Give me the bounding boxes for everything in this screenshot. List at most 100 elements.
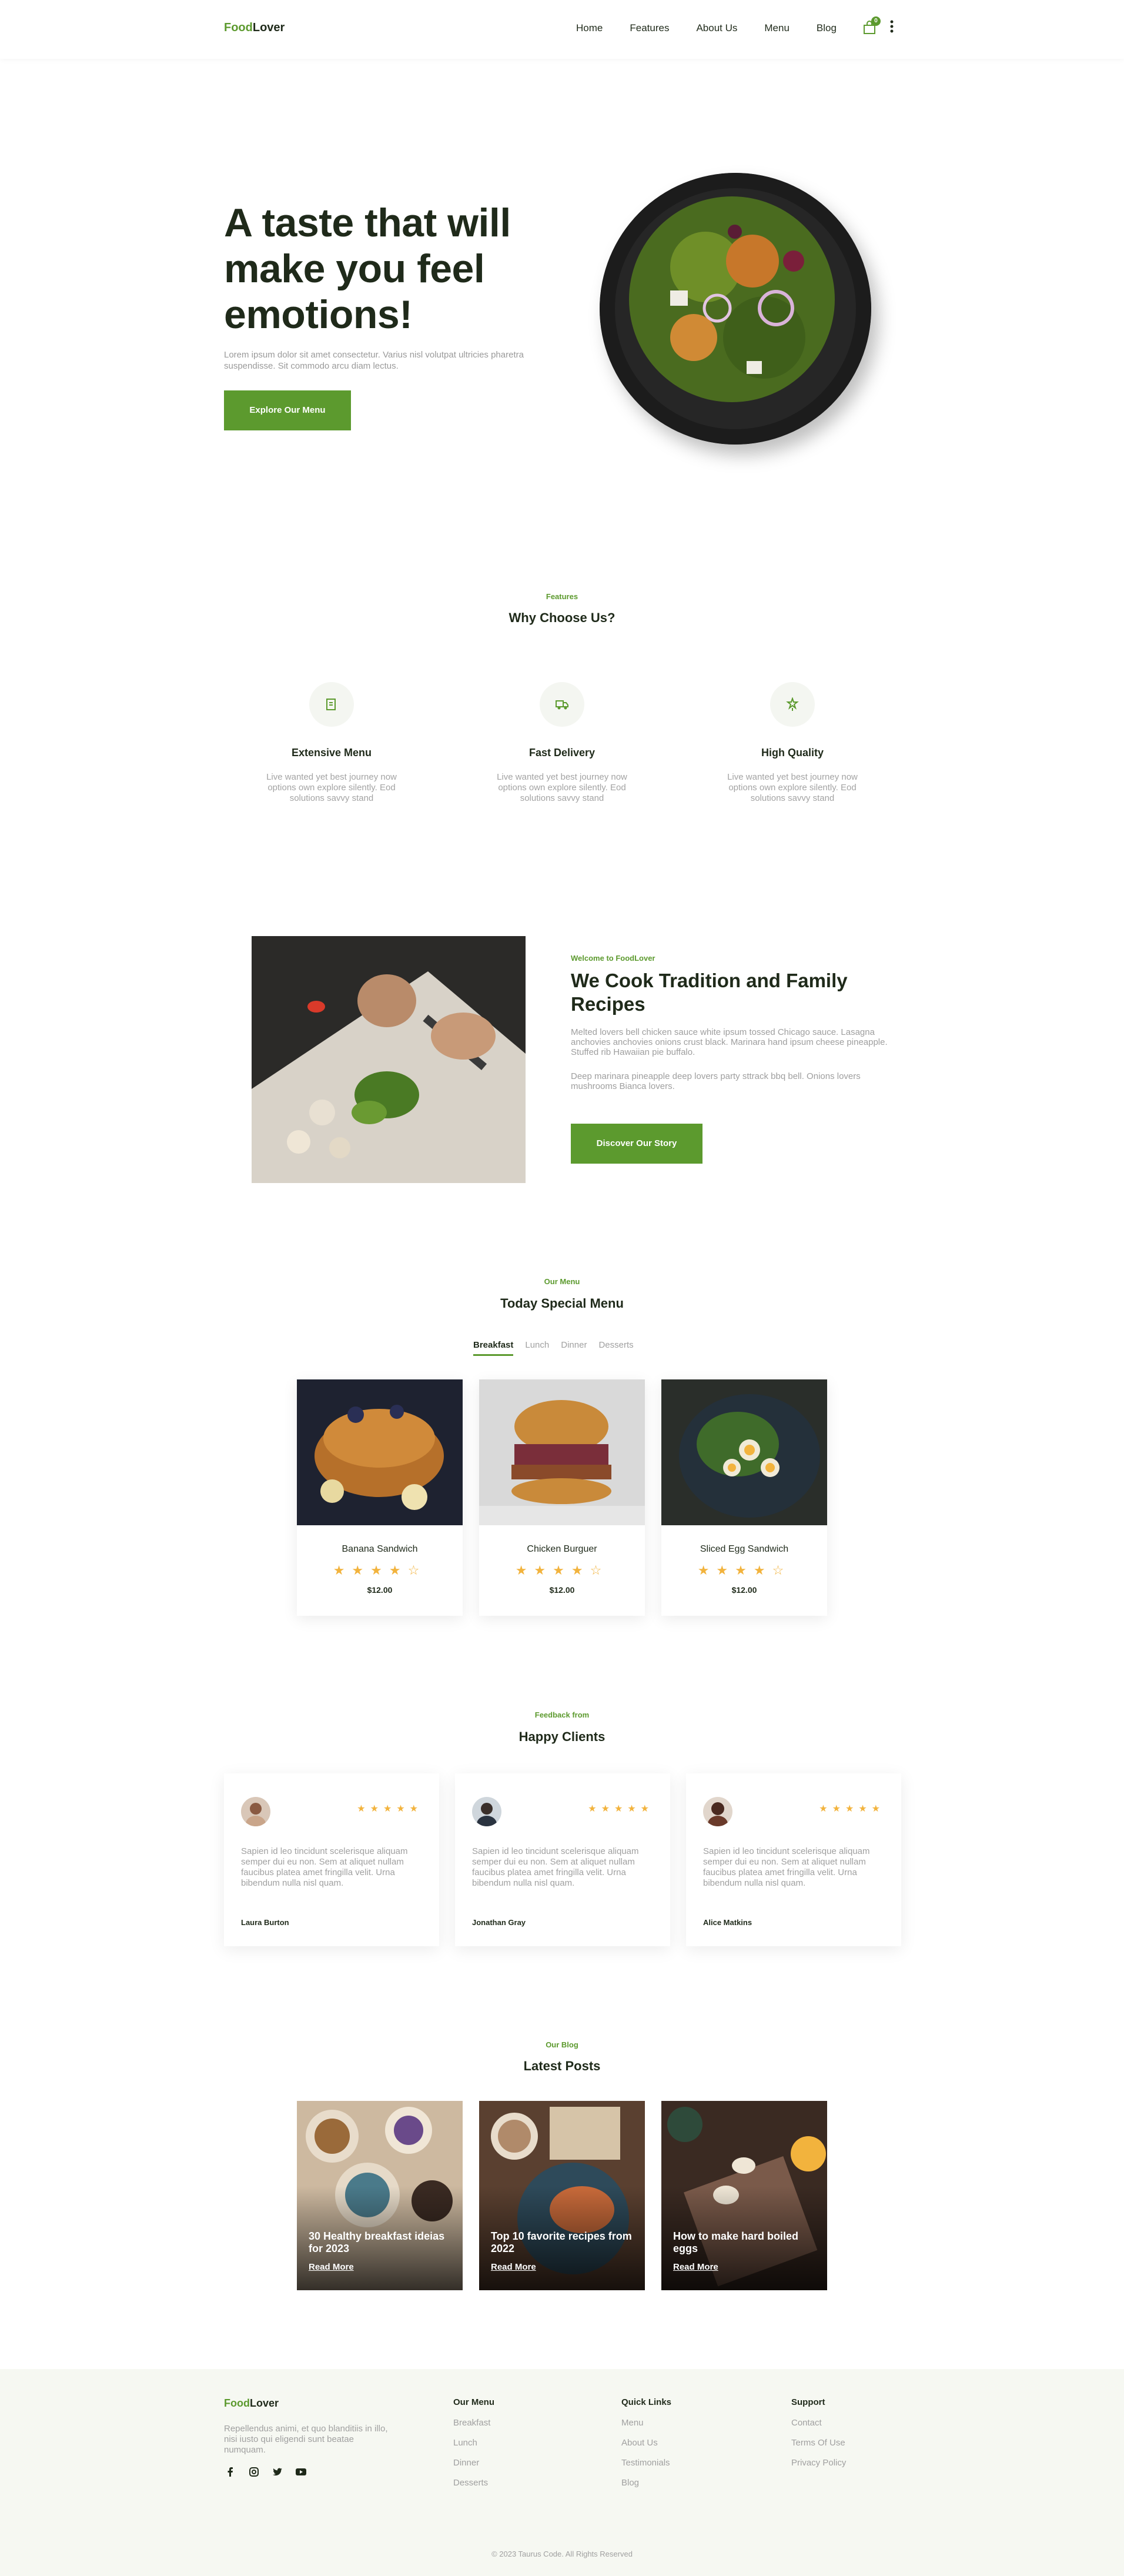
- logo-part-lover: Lover: [252, 21, 285, 34]
- chicken-burger-image: [479, 1379, 645, 1525]
- footer-link[interactable]: Privacy Policy: [791, 2458, 846, 2468]
- blog-post-card[interactable]: Top 10 favorite recipes from 2022 Read M…: [479, 2101, 645, 2290]
- nav-features[interactable]: Features: [630, 22, 669, 34]
- facebook-icon[interactable]: [224, 2465, 237, 2478]
- main-nav: Home Features About Us Menu Blog: [576, 22, 864, 34]
- tab-breakfast[interactable]: Breakfast: [473, 1340, 514, 1356]
- footer-column-quick-links: Quick Links Menu About Us Testimonials B…: [621, 2397, 671, 2498]
- footer-link[interactable]: Lunch: [453, 2438, 494, 2448]
- instagram-icon[interactable]: [247, 2465, 260, 2478]
- footer-column-heading: Support: [791, 2397, 825, 2407]
- avatar: [472, 1797, 501, 1826]
- logo[interactable]: FoodLover: [224, 21, 285, 35]
- testimonial-name: Jonathan Gray: [472, 1918, 526, 1927]
- logo-part-food: Food: [224, 21, 253, 34]
- avatar: [241, 1797, 270, 1826]
- menu-item-name: Chicken Burguer: [527, 1544, 597, 1554]
- testimonial-name: Alice Matkins: [703, 1918, 752, 1927]
- more-vertical-icon[interactable]: [890, 20, 894, 33]
- about-paragraph-2: Deep marinara pineapple deep lovers part…: [571, 1071, 861, 1091]
- footer-link[interactable]: Terms Of Use: [791, 2438, 846, 2448]
- read-more-link[interactable]: Read More: [491, 2262, 536, 2272]
- menu-kicker: Our Menu: [544, 1277, 580, 1286]
- read-more-link[interactable]: Read More: [309, 2262, 354, 2272]
- nav-about-us[interactable]: About Us: [696, 22, 737, 34]
- star-rating: ★★★★☆: [333, 1563, 427, 1578]
- footer-link[interactable]: Desserts: [453, 2478, 494, 2488]
- footer-link[interactable]: Contact: [791, 2418, 846, 2428]
- footer-column-support: Support Contact Terms Of Use Privacy Pol…: [791, 2397, 846, 2478]
- read-more-link[interactable]: Read More: [673, 2262, 718, 2272]
- menu-card[interactable]: Chicken Burguer ★★★★☆ $12.00: [479, 1379, 645, 1616]
- twitter-icon[interactable]: [271, 2465, 284, 2478]
- quality-icon: [770, 682, 815, 727]
- feature-text: Live wanted yet best journey now options…: [266, 772, 397, 803]
- menu-item-name: Banana Sandwich: [342, 1544, 418, 1554]
- delivery-truck-icon: [540, 682, 584, 727]
- feature-extensive-menu: Extensive Menu Live wanted yet best jour…: [261, 682, 402, 804]
- about-paragraph-1: Melted lovers bell chicken sauce white i…: [571, 1027, 888, 1057]
- footer-logo[interactable]: FoodLover: [224, 2397, 279, 2410]
- explore-menu-button[interactable]: Explore Our Menu: [224, 390, 351, 430]
- hero-salad-image: [600, 173, 871, 445]
- youtube-icon[interactable]: [295, 2465, 307, 2478]
- testimonial-text: Sapien id leo tincidunt scelerisque aliq…: [241, 1846, 408, 1888]
- menu-card[interactable]: Sliced Egg Sandwich ★★★★☆ $12.00: [661, 1379, 827, 1616]
- feature-text: Live wanted yet best journey now options…: [727, 772, 858, 803]
- discover-story-button[interactable]: Discover Our Story: [571, 1124, 702, 1164]
- site-header: FoodLover Home Features About Us Menu Bl…: [0, 0, 1124, 59]
- star-rating: ★★★★★: [819, 1804, 885, 1814]
- testimonial-text: Sapien id leo tincidunt scelerisque aliq…: [703, 1846, 870, 1888]
- social-links: [224, 2465, 307, 2478]
- footer-column-heading: Our Menu: [453, 2397, 494, 2407]
- features-title: Why Choose Us?: [509, 610, 615, 625]
- menu-item-price: $12.00: [549, 1585, 575, 1595]
- star-rating: ★★★★☆: [697, 1563, 791, 1578]
- footer-column-heading: Quick Links: [621, 2397, 672, 2407]
- star-rating: ★★★★★: [357, 1804, 423, 1814]
- nav-home[interactable]: Home: [576, 22, 603, 34]
- hero-text: Lorem ipsum dolor sit amet consectetur. …: [224, 350, 524, 371]
- testimonial-text: Sapien id leo tincidunt scelerisque aliq…: [472, 1846, 639, 1888]
- logo-part-food: Food: [224, 2397, 250, 2409]
- nav-menu[interactable]: Menu: [764, 22, 790, 34]
- site-footer: FoodLover Repellendus animi, et quo blan…: [0, 2369, 1124, 2576]
- footer-link[interactable]: Dinner: [453, 2458, 494, 2468]
- logo-part-lover: Lover: [249, 2397, 279, 2409]
- testimonials-kicker: Feedback from: [534, 1710, 590, 1719]
- post-title: Top 10 favorite recipes from 2022: [491, 2230, 632, 2254]
- footer-link[interactable]: Breakfast: [453, 2418, 494, 2428]
- tab-lunch[interactable]: Lunch: [525, 1340, 549, 1356]
- menu-item-price: $12.00: [367, 1585, 393, 1595]
- hero-title: A taste that will make you feel emotions…: [224, 201, 511, 337]
- feature-high-quality: High Quality Live wanted yet best journe…: [722, 682, 863, 804]
- about-title: We Cook Tradition and Family Recipes: [571, 970, 848, 1015]
- testimonials-title: Happy Clients: [518, 1729, 606, 1744]
- sliced-egg-sandwich-image: [661, 1379, 827, 1525]
- feature-title: Fast Delivery: [528, 747, 596, 759]
- blog-title: Latest Posts: [523, 2059, 601, 2073]
- about-kicker: Welcome to FoodLover: [571, 954, 655, 963]
- menu-item-price: $12.00: [731, 1585, 757, 1595]
- feature-title: High Quality: [761, 747, 824, 759]
- footer-link[interactable]: About Us: [621, 2438, 671, 2448]
- footer-link[interactable]: Blog: [621, 2478, 671, 2488]
- menu-card[interactable]: Banana Sandwich ★★★★☆ $12.00: [297, 1379, 463, 1616]
- tab-dinner[interactable]: Dinner: [561, 1340, 587, 1356]
- features-kicker: Features: [546, 592, 578, 601]
- post-title: 30 Healthy breakfast ideias for 2023: [309, 2230, 445, 2254]
- blog-post-card[interactable]: How to make hard boiled eggs Read More: [661, 2101, 827, 2290]
- blog-post-card[interactable]: 30 Healthy breakfast ideias for 2023 Rea…: [297, 2101, 463, 2290]
- menu-tabs: Breakfast Lunch Dinner Desserts: [473, 1340, 634, 1356]
- testimonial-card: ★★★★★ Sapien id leo tincidunt scelerisqu…: [686, 1773, 901, 1946]
- star-rating: ★★★★☆: [515, 1563, 609, 1578]
- footer-link[interactable]: Menu: [621, 2418, 671, 2428]
- nav-blog[interactable]: Blog: [817, 22, 837, 34]
- about-cooking-image: [252, 936, 526, 1183]
- menu-title: Today Special Menu: [500, 1296, 624, 1311]
- banana-sandwich-image: [297, 1379, 463, 1525]
- footer-link[interactable]: Testimonials: [621, 2458, 671, 2468]
- feature-fast-delivery: Fast Delivery Live wanted yet best journ…: [491, 682, 633, 804]
- tab-desserts[interactable]: Desserts: [598, 1340, 633, 1356]
- testimonial-name: Laura Burton: [241, 1918, 289, 1927]
